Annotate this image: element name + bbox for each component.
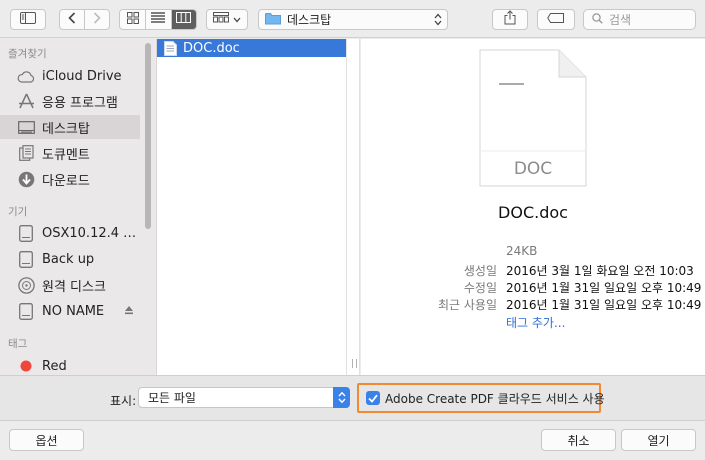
sidebar: 즐겨찾기 iCloud Drive 응용 프로그램 데스크탑 도큐멘트 다운로드… bbox=[0, 39, 155, 375]
options-button[interactable]: 옵션 bbox=[9, 429, 84, 451]
devices-heading: 기기 bbox=[8, 206, 28, 218]
tags-heading: 태그 bbox=[8, 338, 28, 350]
sidebar-icon bbox=[20, 11, 36, 28]
list-icon bbox=[151, 12, 166, 27]
list-view-button[interactable] bbox=[145, 10, 170, 29]
modified-value: 2016년 1월 31일 일요일 오후 10:49 bbox=[506, 281, 702, 295]
add-tags-link[interactable]: 태그 추가... bbox=[506, 314, 565, 331]
chevron-right-icon bbox=[93, 11, 101, 28]
sidebar-item-icloud-drive[interactable]: iCloud Drive bbox=[0, 64, 140, 88]
location-label: 데스크탑 bbox=[287, 13, 332, 27]
sidebar-item-applications[interactable]: 응용 프로그램 bbox=[0, 89, 140, 113]
chevron-down-icon bbox=[233, 12, 241, 27]
sidebar-item-no-name[interactable]: NO NAME bbox=[0, 299, 140, 323]
sidebar-scrollbar[interactable] bbox=[145, 43, 151, 229]
chevron-left-icon bbox=[68, 11, 76, 28]
file-column: DOC.doc bbox=[156, 39, 347, 375]
checkbox-checked-icon[interactable] bbox=[366, 391, 380, 405]
arrange-menu-button[interactable] bbox=[206, 9, 248, 30]
folder-icon bbox=[265, 12, 281, 28]
disk-icon bbox=[17, 302, 35, 320]
created-label: 생성일 bbox=[463, 264, 497, 278]
resize-grip-icon: || bbox=[351, 359, 360, 369]
modified-label: 수정일 bbox=[463, 281, 497, 295]
arrange-grid-icon bbox=[213, 12, 229, 27]
file-type-popup[interactable]: 모든 파일 bbox=[138, 387, 350, 408]
disk-icon bbox=[17, 224, 35, 242]
view-mode-control bbox=[119, 9, 197, 30]
tag-button[interactable] bbox=[537, 9, 575, 30]
search-field[interactable]: 검색 bbox=[583, 9, 696, 30]
last-opened-label: 최근 사용일 bbox=[437, 298, 497, 312]
open-button[interactable]: 열기 bbox=[621, 429, 696, 451]
applications-icon bbox=[17, 92, 35, 110]
tag-icon bbox=[547, 12, 565, 27]
sidebar-toggle-button[interactable] bbox=[10, 9, 46, 30]
sidebar-item-back-up[interactable]: Back up bbox=[0, 247, 140, 271]
column-resize-handle[interactable]: || bbox=[346, 39, 360, 375]
preview-size: 24KB bbox=[506, 244, 538, 258]
file-name: DOC.doc bbox=[183, 40, 240, 56]
updown-arrows-icon bbox=[333, 387, 350, 408]
document-preview-icon: DOC bbox=[479, 49, 587, 191]
dialog-footer: 옵션 취소 열기 bbox=[0, 421, 705, 460]
creative-cloud-label: Adobe Create PDF 클라우드 서비스 사용 bbox=[385, 391, 605, 406]
favorites-heading: 즐겨찾기 bbox=[8, 48, 47, 60]
sidebar-item-documents[interactable]: 도큐멘트 bbox=[0, 141, 140, 165]
search-icon bbox=[592, 12, 603, 27]
columns-icon bbox=[176, 12, 192, 27]
share-icon bbox=[504, 10, 516, 29]
navigation-buttons bbox=[59, 9, 110, 30]
search-placeholder: 검색 bbox=[609, 13, 632, 27]
sidebar-item-downloads[interactable]: 다운로드 bbox=[0, 167, 140, 191]
sidebar-item-tag-red[interactable]: Red bbox=[0, 354, 140, 375]
red-tag-dot-icon bbox=[17, 357, 35, 375]
file-row[interactable]: DOC.doc bbox=[157, 39, 347, 57]
document-type-caption: DOC bbox=[513, 159, 553, 179]
sidebar-item-desktop[interactable]: 데스크탑 bbox=[0, 115, 140, 139]
disk-icon bbox=[17, 250, 35, 268]
icon-view-button[interactable] bbox=[120, 10, 145, 29]
created-value: 2016년 3월 1일 화요일 오전 10:03 bbox=[506, 264, 694, 278]
file-type-value: 모든 파일 bbox=[148, 391, 196, 405]
preview-filename: DOC.doc bbox=[498, 203, 568, 222]
options-bar: 표시: 모든 파일 Adobe Create PDF 클라우드 서비스 사용 bbox=[0, 375, 705, 421]
forward-button[interactable] bbox=[84, 10, 109, 29]
share-button[interactable] bbox=[492, 9, 528, 30]
updown-arrows-icon bbox=[434, 13, 442, 29]
eject-icon[interactable] bbox=[124, 304, 134, 319]
toolbar: 데스크탑 검색 bbox=[0, 0, 705, 38]
downloads-icon bbox=[17, 170, 35, 188]
show-label: 표시: bbox=[110, 394, 137, 408]
column-view-button[interactable] bbox=[170, 10, 196, 29]
cancel-button[interactable]: 취소 bbox=[541, 429, 616, 451]
location-popup[interactable]: 데스크탑 bbox=[258, 9, 448, 30]
grid-icon bbox=[126, 11, 139, 28]
documents-icon bbox=[17, 144, 35, 162]
sidebar-item-remote-disc[interactable]: 원격 디스크 bbox=[0, 273, 140, 297]
remote-disc-icon bbox=[17, 276, 35, 294]
desktop-icon bbox=[17, 118, 35, 136]
document-file-icon bbox=[164, 40, 177, 56]
creative-cloud-option[interactable]: Adobe Create PDF 클라우드 서비스 사용 bbox=[357, 383, 605, 413]
sidebar-item-osx-volume[interactable]: OSX10.12.4 V... bbox=[0, 221, 140, 245]
cloud-icon bbox=[17, 67, 35, 85]
last-opened-value: 2016년 1월 31일 일요일 오후 10:49 bbox=[506, 298, 702, 312]
back-button[interactable] bbox=[60, 10, 84, 29]
preview-pane: DOC DOC.doc 24KB 생성일 2016년 3월 1일 화요일 오전 … bbox=[361, 39, 705, 375]
